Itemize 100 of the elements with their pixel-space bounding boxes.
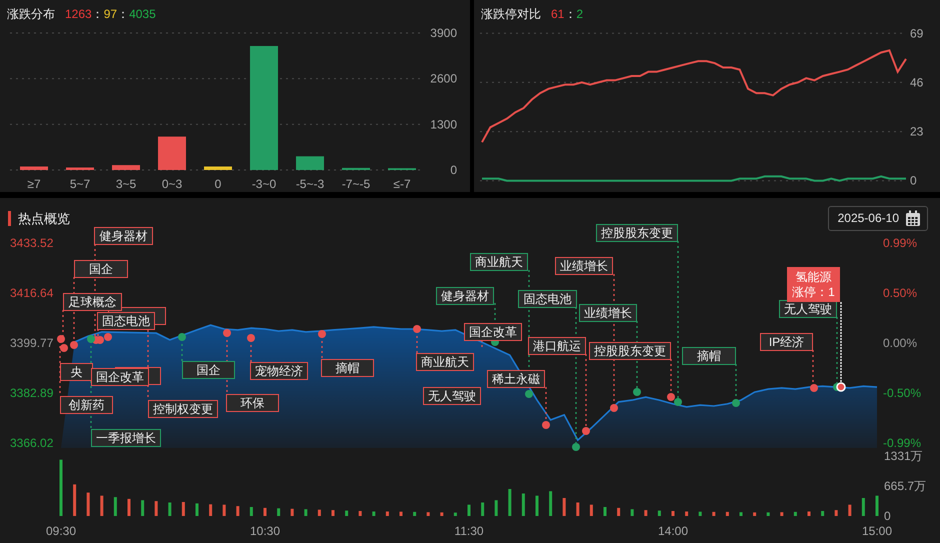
volume-bar xyxy=(73,484,76,516)
axis-label: 0 xyxy=(910,174,917,188)
axis-label: -5~-3 xyxy=(296,177,324,191)
axis-label: 3382.89 xyxy=(10,386,54,400)
volume-bar xyxy=(264,508,266,516)
tag-label: 控制权变更 xyxy=(148,400,218,418)
volume-bar xyxy=(86,492,90,516)
volume-bar xyxy=(576,502,580,516)
axis-label: 0~3 xyxy=(162,177,182,191)
axis-label: -0.50% xyxy=(883,386,922,400)
tag-label: IP经济 xyxy=(760,333,813,351)
volume-bar xyxy=(672,511,674,516)
volume-bar xyxy=(222,504,226,516)
volume-bar xyxy=(740,512,742,516)
volume-bar xyxy=(236,506,240,516)
axis-label: -3~0 xyxy=(252,177,276,191)
volume-bar xyxy=(780,512,784,516)
axis-label: ≥7 xyxy=(27,177,41,191)
marker-dot xyxy=(836,382,846,392)
volume-bar xyxy=(318,510,321,516)
volume-bar xyxy=(468,504,470,516)
volume-bar xyxy=(426,512,430,516)
section-title: 热点概览 xyxy=(8,210,70,226)
volume-bar xyxy=(549,491,552,516)
count-value: 61 xyxy=(551,7,564,21)
panel-title: 涨跌分布 xyxy=(7,6,55,22)
volume-bar xyxy=(536,496,538,516)
tag-label: 一季报增长 xyxy=(91,429,161,447)
volume-bar xyxy=(848,504,852,516)
axis-label: 46 xyxy=(910,75,924,90)
count-value: 1263 xyxy=(65,7,92,21)
separator: ： xyxy=(117,6,130,22)
volume-bar xyxy=(821,511,824,516)
volume-bar xyxy=(345,510,348,516)
axis-label: 0.00% xyxy=(883,336,918,350)
calendar-icon xyxy=(905,210,921,226)
leader-line xyxy=(481,340,483,350)
axis-label: 0 xyxy=(884,509,891,523)
volume-bar xyxy=(766,512,770,516)
volume-bar xyxy=(712,512,716,516)
volume-bar xyxy=(876,496,878,516)
tag-label: 无人驾驶 xyxy=(423,387,481,405)
axis-label: 3366.02 xyxy=(10,436,54,450)
tag-label: 摘帽 xyxy=(682,347,736,365)
volume-bar xyxy=(590,504,593,516)
volume-bar xyxy=(250,507,253,516)
axis-label: -7~-5 xyxy=(342,177,370,191)
tag-label: 稀土永磁 xyxy=(487,370,545,388)
axis-label: 5~7 xyxy=(70,177,90,191)
volume-bar xyxy=(508,489,512,516)
separator: ： xyxy=(92,6,104,22)
axis-label: ≤-7 xyxy=(393,177,411,191)
tag-label: 环保 xyxy=(226,394,279,412)
bar xyxy=(204,166,232,170)
tag-label: 摘帽 xyxy=(321,359,374,377)
volume-bar xyxy=(386,512,389,516)
axis-label: 09:30 xyxy=(46,524,76,538)
volume-bar xyxy=(440,512,444,516)
volume-bar xyxy=(141,500,144,516)
axis-label: 0 xyxy=(214,177,222,191)
volume-bar xyxy=(400,512,402,516)
tag-label: 业绩增长 xyxy=(579,304,637,322)
volume-bar xyxy=(372,512,376,516)
volume-bar xyxy=(332,510,334,516)
volume-bar xyxy=(358,511,362,516)
tag-label: 控股股东变更 xyxy=(589,342,671,360)
volume-bar xyxy=(562,498,566,516)
tag-label: 无人驾驶 xyxy=(779,300,837,318)
tag-label: 业绩增长 xyxy=(555,257,613,275)
volume-bar xyxy=(617,508,620,516)
panel-title: 涨跌停对比 xyxy=(481,6,541,22)
axis-label: 3433.52 xyxy=(10,236,54,250)
volume-bar xyxy=(494,500,498,516)
tag-label: 健身器材 xyxy=(94,227,153,245)
volume-bar xyxy=(698,512,702,516)
tag-label: 国企改革 xyxy=(464,323,522,341)
volume-bar xyxy=(522,494,525,516)
axis-label: -0.99% xyxy=(883,436,922,450)
volume-bar xyxy=(604,507,606,516)
tag-label: 央 xyxy=(60,363,93,381)
tag-label: 健身器材 xyxy=(436,287,494,305)
date-picker[interactable]: 2025-06-10 xyxy=(828,206,928,230)
tag-label: 国企改革 xyxy=(91,368,149,386)
axis-label: 1300 xyxy=(430,117,457,132)
count-value: 2 xyxy=(576,7,584,21)
tag-label: 商业航天 xyxy=(416,353,474,371)
axis-label: 0.99% xyxy=(883,236,918,250)
tag-label: 商业航天 xyxy=(470,253,528,271)
volume-bar xyxy=(182,502,185,516)
volume-bar xyxy=(644,510,648,516)
axis-label: 11:30 xyxy=(454,524,484,538)
tag-label: 足球概念 xyxy=(63,293,122,311)
volume-bar xyxy=(168,502,172,516)
axis-label: 15:00 xyxy=(862,524,892,538)
volume-bar xyxy=(753,512,756,516)
volume-bar xyxy=(128,498,130,516)
tag-label: 创新药 xyxy=(60,396,113,414)
count-value: 4035 xyxy=(129,7,156,21)
tag-label: 港口航运 xyxy=(528,337,586,355)
axis-label: 3~5 xyxy=(116,177,136,191)
